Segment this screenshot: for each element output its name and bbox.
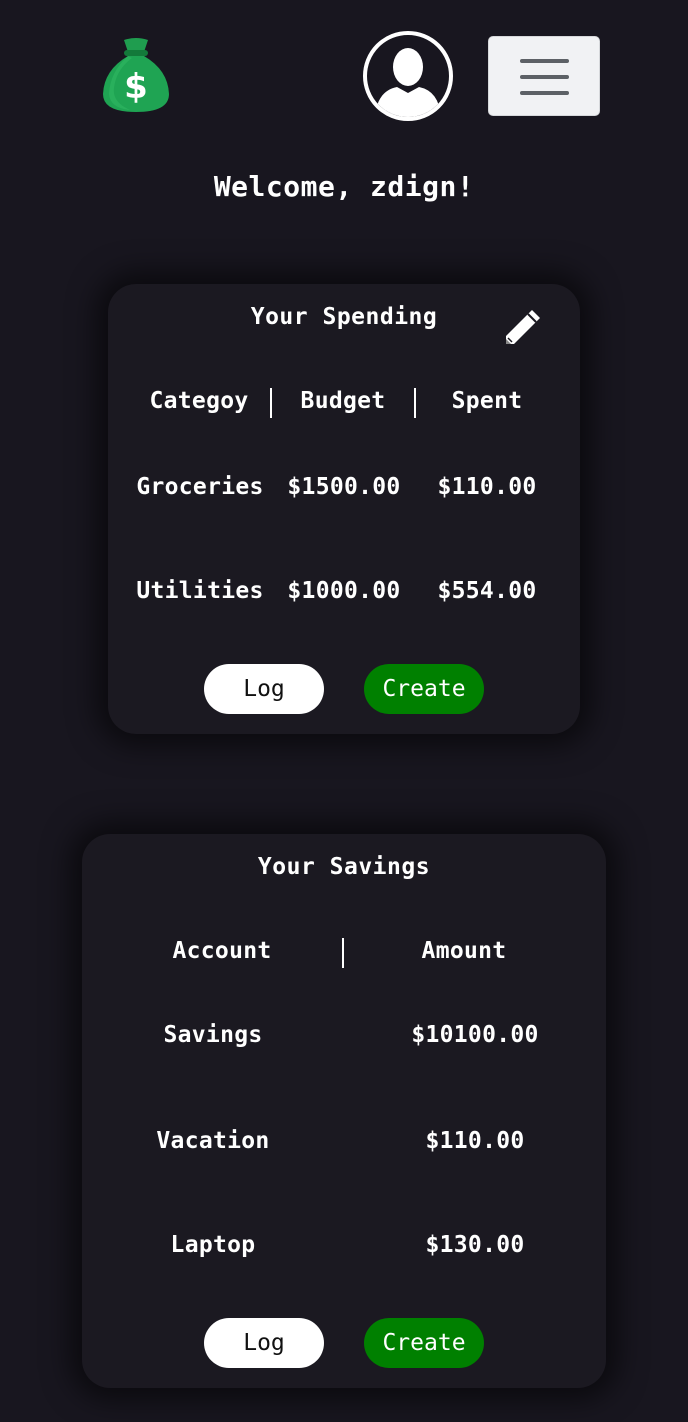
spending-row-budget: $1000.00 [287,578,401,604]
savings-log-button[interactable]: Log [204,1318,324,1368]
column-header-spent: Spent [451,388,523,414]
savings-row-account: Savings [163,1022,263,1048]
column-divider [414,388,416,418]
spending-row-category: Groceries [136,474,264,500]
savings-row-amount: $10100.00 [411,1022,539,1048]
column-divider [270,388,272,418]
hamburger-menu-icon [520,59,569,63]
spending-row-spent: $554.00 [437,578,537,604]
welcome-heading: Welcome, zdign! [213,170,475,203]
spending-row-category: Utilities [136,578,264,604]
user-avatar-icon[interactable] [363,31,453,121]
savings-create-button[interactable]: Create [364,1318,484,1368]
column-header-amount: Amount [421,938,507,964]
savings-card: Your Savings Account Amount Savings $101… [82,834,606,1388]
svg-text:$: $ [124,67,148,107]
spending-card: Your Spending Categoy Budget Spent Groce… [108,284,580,734]
savings-title: Your Savings [257,854,431,880]
spending-row-spent: $110.00 [437,474,537,500]
hamburger-menu-button[interactable] [488,36,600,116]
column-divider [342,938,344,968]
column-header-budget: Budget [300,388,386,414]
column-header-category: Categoy [149,388,249,414]
savings-row-account: Vacation [156,1128,270,1154]
savings-row-amount: $110.00 [425,1128,525,1154]
pencil-icon[interactable] [500,306,544,350]
column-header-account: Account [172,938,272,964]
spending-row-budget: $1500.00 [287,474,401,500]
spending-create-button[interactable]: Create [364,664,484,714]
page: $ Welcome, zdign! Your Spending Categoy … [0,0,688,1422]
money-bag-icon[interactable]: $ [100,36,172,114]
savings-row-account: Laptop [170,1232,256,1258]
savings-row-amount: $130.00 [425,1232,525,1258]
spending-log-button[interactable]: Log [204,664,324,714]
